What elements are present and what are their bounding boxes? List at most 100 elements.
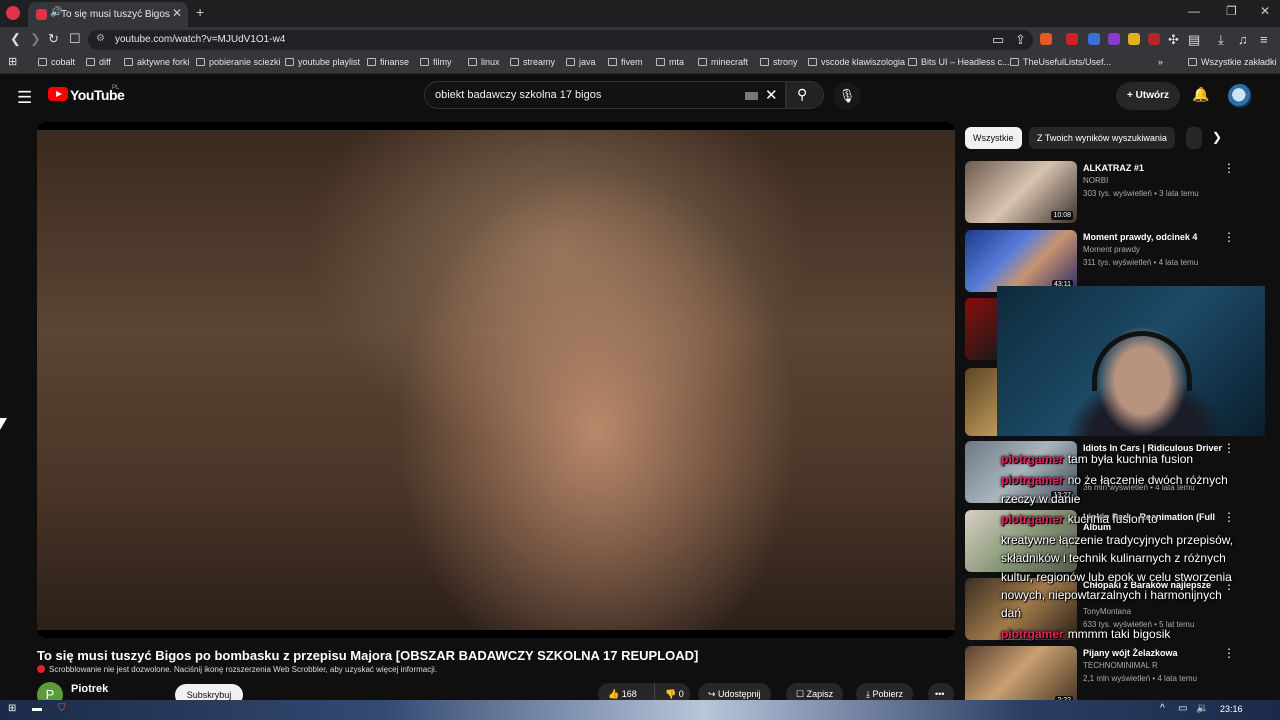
reload-icon[interactable]: ↻ <box>48 31 59 47</box>
mouse-cursor-icon <box>0 418 7 430</box>
brave-shield-icon[interactable] <box>1040 33 1052 45</box>
search-button[interactable]: ⚲ <box>786 81 824 109</box>
voice-search-icon[interactable]: 🎙 <box>833 82 861 110</box>
video-thumbnail[interactable]: 10:08 <box>965 161 1077 223</box>
extension-icon[interactable] <box>1108 33 1120 45</box>
hamburger-menu-icon[interactable]: ☰ <box>17 88 32 108</box>
chat-message: piotrgamer mmmm taki bigosik <box>1001 627 1171 641</box>
chips-next-icon[interactable]: ❯ <box>1212 130 1222 144</box>
new-tab-icon[interactable]: + <box>196 4 204 20</box>
media-icon[interactable]: ♫ <box>1238 32 1248 47</box>
forward-icon[interactable]: ❯ <box>30 31 41 47</box>
browser-taskbar-icon[interactable]: ⛉ <box>58 703 66 714</box>
keyboard-icon[interactable] <box>745 92 758 100</box>
channel-name[interactable]: Piotrek <box>71 683 108 695</box>
browser-logo-icon[interactable] <box>6 6 20 20</box>
share-page-icon[interactable]: ⇪ <box>1015 32 1026 48</box>
account-avatar[interactable] <box>1228 84 1252 108</box>
video-player[interactable] <box>37 122 955 638</box>
bookmark-item[interactable]: youtube playlist <box>285 57 360 67</box>
rec-channel[interactable]: TonyMontana <box>1083 607 1131 616</box>
tray-overflow-icon[interactable]: ^ <box>1160 703 1165 714</box>
extensions-puzzle-icon[interactable]: ✣ <box>1168 32 1179 48</box>
bookmark-item[interactable]: TheUsefulLists/Usef... <box>1010 57 1111 67</box>
scrobbler-notice: Scrobblowanie nie jest dozwolone. Naciśn… <box>37 665 437 674</box>
bookmark-folder[interactable]: filmy <box>420 57 452 67</box>
bookmark-folder[interactable]: fivem <box>608 57 643 67</box>
kebab-menu-icon[interactable]: ⋮ <box>1223 161 1235 175</box>
region-code: PL <box>112 85 120 91</box>
chat-message: kultur, regionów lub epok w celu stworze… <box>1001 570 1232 584</box>
clear-search-icon[interactable]: ✕ <box>765 86 778 104</box>
create-button[interactable]: + Utwórz <box>1116 82 1180 110</box>
all-bookmarks-folder[interactable]: Wszystkie zakładki <box>1188 57 1277 67</box>
volume-icon[interactable]: 🔉 <box>1196 703 1208 714</box>
minimize-icon[interactable]: — <box>1188 4 1200 18</box>
rec-meta: 311 tys. wyświetleń • 4 lata temu <box>1083 258 1199 267</box>
youtube-logo-icon[interactable] <box>48 87 68 101</box>
bookmark-folder[interactable]: strony <box>760 57 798 67</box>
extension-icon[interactable] <box>1088 33 1100 45</box>
sidebar-icon[interactable]: ▤ <box>1188 32 1200 48</box>
extension-icon[interactable] <box>1128 33 1140 45</box>
file-explorer-icon[interactable]: ▬ <box>32 703 42 714</box>
clock[interactable]: 23:16 <box>1220 704 1243 714</box>
bookmark-item[interactable]: pobieranie sciezki <box>196 57 281 67</box>
menu-icon[interactable]: ≡ <box>1260 32 1268 47</box>
extension-icon[interactable] <box>1066 33 1078 45</box>
site-info-icon[interactable]: ⚙ <box>96 33 105 44</box>
more-bookmarks-icon[interactable]: » <box>1158 57 1163 67</box>
recommendation-item[interactable]: 10:08 ALKATRAZ #1 NORBI 303 tys. wyświet… <box>965 161 1265 225</box>
restore-icon[interactable]: ❐ <box>1226 4 1237 18</box>
rec-meta: 303 tys. wyświetleń • 3 lata temu <box>1083 189 1199 198</box>
download-icon[interactable]: ⤓ <box>1218 32 1224 48</box>
extension-icon[interactable] <box>1148 33 1160 45</box>
rec-title[interactable]: Pijany wójt Żelazkowa <box>1083 648 1233 658</box>
kebab-menu-icon[interactable]: ⋮ <box>1223 230 1235 244</box>
recommendation-item[interactable]: 43:11 Moment prawdy, odcinek 4 Moment pr… <box>965 230 1265 294</box>
bookmark-item[interactable]: cobalt <box>38 57 75 67</box>
video-frame[interactable] <box>37 130 955 630</box>
bookmark-folder[interactable]: linux <box>468 57 500 67</box>
notifications-bell-icon[interactable]: 🔔 <box>1192 86 1209 103</box>
chip-from-search[interactable]: Z Twoich wyników wyszukiwania <box>1029 127 1175 149</box>
chat-message: piotrgamer no że łączenie dwóch różnych <box>1001 473 1228 487</box>
address-bar[interactable]: ⚙ youtube.com/watch?v=MJUdV1O1-w4 <box>88 30 1033 50</box>
kebab-menu-icon[interactable]: ⋮ <box>1223 646 1235 660</box>
rec-title[interactable]: Moment prawdy, odcinek 4 <box>1083 232 1233 242</box>
close-tab-icon[interactable]: ✕ <box>172 6 182 20</box>
bookmark-page-icon[interactable]: ☐ <box>69 31 81 47</box>
rec-channel[interactable]: NORBI <box>1083 176 1108 185</box>
start-icon[interactable]: ⊞ <box>8 703 16 714</box>
video-thumbnail[interactable] <box>965 368 999 436</box>
kebab-menu-icon[interactable]: ⋮ <box>1223 441 1235 455</box>
chip-all[interactable]: Wszystkie <box>965 127 1022 149</box>
browser-tab[interactable]: 🔊 To się musi tuszyć Bigos po b ✕ <box>28 2 188 27</box>
bookmark-item[interactable]: Bits UI – Headless c... <box>908 57 1010 67</box>
video-thumbnail[interactable]: 43:11 <box>965 230 1077 292</box>
bookmark-folder[interactable]: minecraft <box>698 57 748 67</box>
bookmark-item[interactable]: vscode klawiszologia <box>808 57 905 67</box>
rec-channel[interactable]: TECHNOMINIMAL R <box>1083 661 1158 670</box>
video-thumbnail[interactable]: 2:22 <box>965 646 1077 708</box>
scrobbler-icon <box>37 665 45 673</box>
os-taskbar: ⊞ ▬ ⛉ ^ ▭ 🔉 23:16 <box>0 700 1280 720</box>
rec-channel[interactable]: Moment prawdy <box>1083 245 1140 254</box>
bookmark-folder[interactable]: java <box>566 57 596 67</box>
rec-title[interactable]: ALKATRAZ #1 <box>1083 163 1233 173</box>
chip-more[interactable] <box>1186 127 1202 149</box>
cast-icon[interactable]: ▭ <box>992 32 1004 48</box>
bookmark-item[interactable]: aktywne forki <box>124 57 190 67</box>
close-window-icon[interactable]: ✕ <box>1260 4 1270 18</box>
bookmark-folder[interactable]: streamy <box>510 57 555 67</box>
kebab-menu-icon[interactable]: ⋮ <box>1223 510 1235 524</box>
video-thumbnail[interactable] <box>965 298 999 360</box>
network-icon[interactable]: ▭ <box>1178 703 1187 714</box>
bookmark-folder[interactable]: finanse <box>367 57 409 67</box>
headphones-shape <box>1092 331 1192 391</box>
search-input[interactable]: obiekt badawczy szkolna 17 bigos ✕ <box>424 81 786 109</box>
apps-grid-icon[interactable]: ⊞ <box>8 55 17 68</box>
bookmark-folder[interactable]: mta <box>656 57 684 67</box>
back-icon[interactable]: ❮ <box>10 31 21 47</box>
bookmark-item[interactable]: diff <box>86 57 111 67</box>
